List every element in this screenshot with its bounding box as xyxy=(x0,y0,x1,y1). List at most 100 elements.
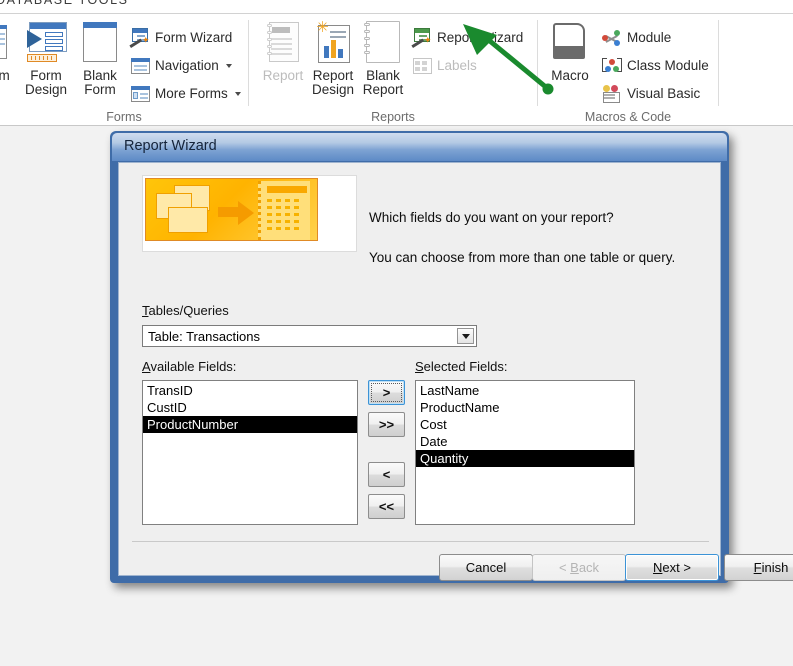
add-all-fields-button[interactable]: >> xyxy=(368,412,405,437)
tables-queries-label: Tables/Queries xyxy=(142,303,229,318)
ribbon-button-form-wizard-label: Form Wizard xyxy=(155,30,233,45)
macro-icon xyxy=(542,18,598,66)
class-module-icon xyxy=(602,56,622,76)
ribbon-group-forms: Form Form De xyxy=(0,14,248,125)
ribbon-group-reports: Report ✳ Report Design Blank Report ✦ Re… xyxy=(249,14,537,125)
report-wizard-icon: ✦ xyxy=(410,28,432,48)
form-wizard-icon: ✦ xyxy=(128,28,150,48)
tables-queries-label-rest: ables/Queries xyxy=(148,303,229,318)
blank-form-icon xyxy=(72,18,128,66)
remove-field-button-label: < xyxy=(382,467,391,482)
ribbon-button-blank-report-label-2: Report xyxy=(362,82,404,97)
tables-queries-value: Table: Transactions xyxy=(148,329,261,344)
ribbon-button-macro[interactable]: Macro xyxy=(542,18,598,112)
ribbon-button-blank-report[interactable]: Blank Report xyxy=(355,18,411,112)
ribbon-button-labels-label: Labels xyxy=(437,58,477,73)
ribbon-button-module[interactable]: Module xyxy=(600,24,671,51)
ribbon-button-blank-form[interactable]: Blank Form xyxy=(72,18,128,112)
ribbon-button-blank-form-label-2: Form xyxy=(84,82,116,97)
ribbon-button-labels[interactable]: Labels xyxy=(410,52,477,79)
add-field-button[interactable]: > xyxy=(368,380,405,405)
ribbon-button-blank-report-label-1: Blank xyxy=(366,68,400,83)
selected-fields-listbox[interactable]: LastName ProductName Cost Date Quantity xyxy=(415,380,635,525)
module-icon xyxy=(602,28,622,48)
footer-divider xyxy=(132,541,709,542)
back-button-label: < Back xyxy=(558,560,600,575)
list-item[interactable]: CustID xyxy=(143,399,357,416)
ribbon: DATABASE TOOLS Form xyxy=(0,0,793,126)
ribbon-tab-strip: DATABASE TOOLS xyxy=(0,0,793,14)
available-fields-label: Available Fields: xyxy=(142,359,237,374)
ribbon-active-tab-label[interactable]: DATABASE TOOLS xyxy=(0,0,129,7)
remove-all-fields-button-label: << xyxy=(378,499,395,514)
selected-fields-label-accel: S xyxy=(415,359,424,374)
form-design-icon xyxy=(18,18,74,66)
dialog-body: Which fields do you want on your report?… xyxy=(118,162,793,581)
ribbon-button-visual-basic[interactable]: Visual Basic xyxy=(600,80,700,107)
finish-button-label: Finish xyxy=(753,560,789,575)
ribbon-group-separator xyxy=(718,20,719,106)
ribbon-button-more-forms[interactable]: More Forms xyxy=(128,80,241,107)
labels-icon xyxy=(412,56,432,76)
wizard-prompt-line-1: Which fields do you want on your report? xyxy=(369,210,614,225)
cancel-button-label: Cancel xyxy=(465,560,507,575)
ribbon-button-report-wizard[interactable]: ✦ Report Wizard xyxy=(410,24,523,51)
dialog-title-bar[interactable]: Report Wizard xyxy=(112,133,727,161)
more-forms-icon xyxy=(130,84,150,104)
next-button-label: Next > xyxy=(653,560,691,575)
list-item[interactable]: LastName xyxy=(416,382,634,399)
blank-report-icon xyxy=(355,18,411,66)
remove-field-button[interactable]: < xyxy=(368,462,405,487)
dialog-title: Report Wizard xyxy=(124,138,217,154)
ribbon-group-label-forms: Forms xyxy=(106,110,142,124)
ribbon-group-label-macros-code: Macros & Code xyxy=(584,110,672,124)
ribbon-button-visual-basic-label: Visual Basic xyxy=(627,86,701,101)
ribbon-button-class-module-label: Class Module xyxy=(627,58,709,73)
finish-button[interactable]: Finish xyxy=(724,554,793,581)
ribbon-button-class-module[interactable]: Class Module xyxy=(600,52,709,79)
list-item[interactable]: TransID xyxy=(143,382,357,399)
add-all-fields-button-label: >> xyxy=(378,417,395,432)
wizard-banner-image xyxy=(142,175,357,252)
list-item[interactable]: Quantity xyxy=(416,450,634,467)
navigation-icon xyxy=(130,56,150,76)
ribbon-button-more-forms-label: More Forms xyxy=(155,86,228,101)
list-item[interactable]: Date xyxy=(416,433,634,450)
ribbon-button-form-design-label-2: Design xyxy=(24,82,68,97)
focus-ring xyxy=(371,383,402,402)
ribbon-button-form-design[interactable]: Form Design xyxy=(18,18,74,112)
list-item[interactable]: Cost xyxy=(416,416,634,433)
ribbon-group-macros-code: Macro Module Class Module Visual Basic M… xyxy=(538,14,718,125)
report-design-icon: ✳ xyxy=(305,18,361,66)
report-icon xyxy=(255,18,311,66)
ribbon-button-report-label: Report xyxy=(262,68,304,83)
wizard-prompt-line-2: You can choose from more than one table … xyxy=(369,250,676,265)
ribbon-button-navigation-label: Navigation xyxy=(155,58,219,73)
visual-basic-icon xyxy=(602,84,622,104)
ribbon-button-form-wizard[interactable]: ✦ Form Wizard xyxy=(128,24,232,51)
ribbon-button-report-design[interactable]: ✳ Report Design xyxy=(305,18,361,112)
ribbon-button-report-design-label-2: Design xyxy=(311,82,355,97)
back-button[interactable]: < Back xyxy=(532,554,626,581)
ribbon-button-report-design-label-1: Report xyxy=(312,68,354,83)
chevron-down-icon[interactable] xyxy=(234,91,241,96)
next-button[interactable]: Next > xyxy=(625,554,719,581)
ribbon-button-blank-form-label-1: Blank xyxy=(83,68,117,83)
selected-fields-label: Selected Fields: xyxy=(415,359,508,374)
ribbon-button-module-label: Module xyxy=(627,30,672,45)
list-item[interactable]: ProductNumber xyxy=(143,416,357,433)
list-item[interactable]: ProductName xyxy=(416,399,634,416)
chevron-down-icon[interactable] xyxy=(457,328,474,344)
ribbon-button-report-wizard-label: Report Wizard xyxy=(437,30,524,45)
ribbon-button-form-design-label-1: Form xyxy=(30,68,62,83)
available-fields-listbox[interactable]: TransID CustID ProductNumber xyxy=(142,380,358,525)
cancel-button[interactable]: Cancel xyxy=(439,554,533,581)
ribbon-button-macro-label: Macro xyxy=(551,68,589,83)
report-wizard-dialog: Report Wizard Which fields do you want o… xyxy=(110,131,793,583)
remove-all-fields-button[interactable]: << xyxy=(368,494,405,519)
ribbon-button-report[interactable]: Report xyxy=(255,18,311,112)
ribbon-group-label-reports: Reports xyxy=(371,110,415,124)
ribbon-button-navigation[interactable]: Navigation xyxy=(128,52,232,79)
chevron-down-icon[interactable] xyxy=(225,63,232,68)
tables-queries-combobox[interactable]: Table: Transactions xyxy=(142,325,477,347)
